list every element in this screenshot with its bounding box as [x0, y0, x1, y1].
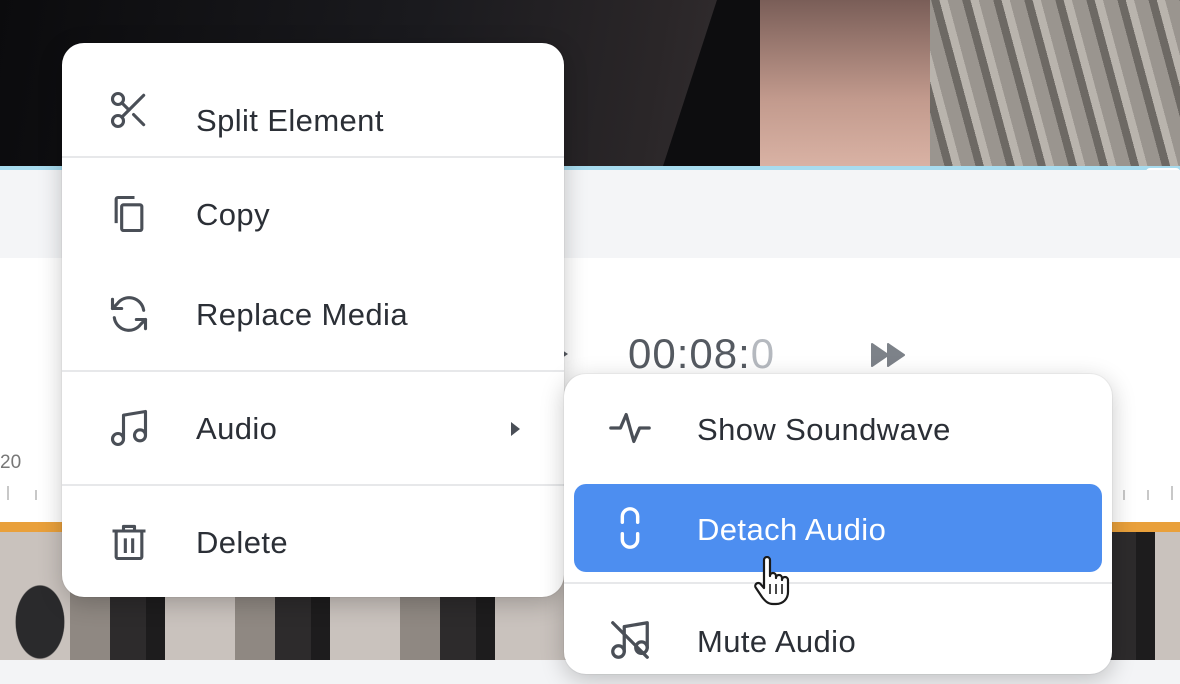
- scissors-icon: [106, 87, 152, 133]
- mute-icon: [606, 616, 654, 664]
- video-frame-detail: [760, 0, 950, 166]
- menu-item-split-element[interactable]: Split Element: [62, 65, 564, 155]
- submenu-item-mute-audio[interactable]: Mute Audio: [564, 596, 1112, 684]
- menu-item-replace-media[interactable]: Replace Media: [62, 269, 564, 359]
- fast-forward-icon[interactable]: [870, 340, 910, 370]
- submenu-item-label: Mute Audio: [697, 624, 857, 659]
- menu-item-label: Audio: [196, 411, 278, 446]
- context-menu: Split Element Copy Replace Media Audio D…: [62, 43, 564, 597]
- submenu-item-show-soundwave[interactable]: Show Soundwave: [564, 384, 1112, 472]
- audio-submenu: Show Soundwave Detach Audio Mute Audio: [564, 374, 1112, 674]
- copy-icon: [106, 191, 152, 237]
- menu-item-delete[interactable]: Delete: [62, 497, 564, 587]
- menu-divider: [564, 582, 1112, 584]
- unlink-icon: [606, 504, 654, 552]
- submenu-item-label: Detach Audio: [697, 512, 887, 547]
- menu-item-copy[interactable]: Copy: [62, 169, 564, 259]
- menu-item-label: Replace Media: [196, 297, 408, 332]
- soundwave-icon: [606, 404, 654, 452]
- menu-item-label: Delete: [196, 525, 289, 560]
- menu-item-audio[interactable]: Audio: [62, 383, 564, 473]
- menu-divider: [62, 484, 564, 486]
- ruler-label: 20: [0, 452, 22, 473]
- submenu-item-detach-audio[interactable]: Detach Audio: [574, 484, 1102, 572]
- refresh-icon: [106, 291, 152, 337]
- trash-icon: [106, 519, 152, 565]
- menu-divider: [62, 156, 564, 158]
- menu-item-label: Split Element: [196, 103, 384, 138]
- timecode-display: 00:08:0: [628, 330, 776, 377]
- video-frame-detail: [930, 0, 1180, 166]
- submenu-item-label: Show Soundwave: [697, 412, 951, 447]
- menu-item-label: Copy: [196, 197, 270, 232]
- menu-divider: [62, 370, 564, 372]
- hand-pointer-icon: [754, 556, 790, 606]
- chevron-right-icon: [511, 422, 520, 436]
- music-note-icon: [106, 405, 152, 451]
